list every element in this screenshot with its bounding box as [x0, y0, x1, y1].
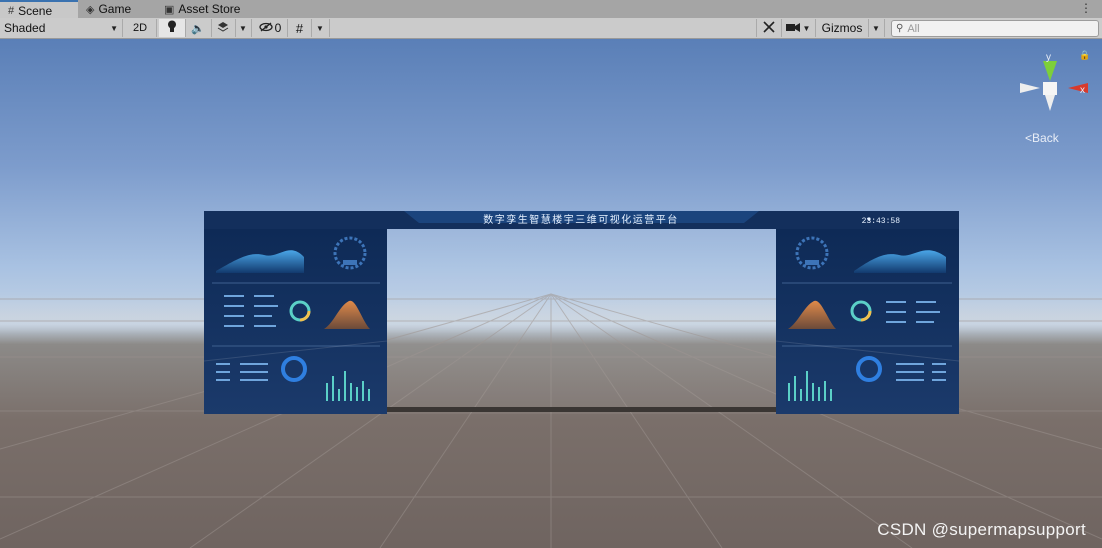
- scene-toolbar: Shaded ▼ 2D 🔈 ▼ 0 # ▼ ▼ Gizmos ▼ ⚲ All: [0, 18, 1102, 39]
- gizmos-button[interactable]: Gizmos: [816, 19, 869, 37]
- dashboard-screen-object[interactable]: 数字孪生智慧楼宇三维可视化运营平台 23:43:58: [204, 211, 959, 414]
- camera-settings-dropdown[interactable]: ▼: [781, 19, 816, 37]
- tab-scene-label: Scene: [18, 3, 53, 18]
- axis-x-label: x: [1080, 85, 1085, 96]
- scene-viewport[interactable]: y x 🔒 <Back 数字孪生智慧楼宇三维可视化运营平台 23:43:58 C…: [0, 39, 1102, 548]
- arrow-left-icon: <: [1025, 131, 1033, 145]
- axis-y-label: y: [1046, 52, 1051, 63]
- tab-asset-store[interactable]: ▣ Asset Store: [156, 0, 272, 18]
- dashboard-clock: 23:43:58: [862, 217, 901, 226]
- lock-icon[interactable]: 🔒: [1079, 50, 1090, 61]
- chevron-down-icon: ▼: [316, 23, 324, 33]
- effects-toggle-button[interactable]: [211, 19, 236, 37]
- watermark-text: CSDN @supermapsupport: [877, 520, 1086, 539]
- scene-search-input[interactable]: ⚲ All: [891, 20, 1099, 37]
- chevron-down-icon: ▼: [872, 23, 880, 33]
- grid-toggle-button[interactable]: #: [288, 19, 312, 37]
- grid-dropdown[interactable]: ▼: [311, 19, 330, 37]
- eye-slash-icon: [259, 21, 273, 35]
- chevron-down-icon: ▼: [110, 23, 118, 33]
- tab-asset-store-label: Asset Store: [178, 2, 241, 16]
- gizmos-dropdown[interactable]: ▼: [868, 19, 885, 37]
- back-label: Back: [1032, 131, 1059, 145]
- toggle-2d-label: 2D: [132, 22, 148, 34]
- lighting-toggle-button[interactable]: [159, 19, 186, 37]
- hidden-objects-toggle[interactable]: 0: [253, 19, 288, 37]
- more-options-icon[interactable]: ⋮: [1080, 1, 1092, 15]
- layers-icon: [217, 21, 229, 36]
- chevron-down-icon: ▼: [802, 23, 811, 33]
- tab-scene[interactable]: # Scene: [0, 0, 78, 19]
- chevron-down-icon: ▼: [239, 23, 247, 33]
- shading-mode-dropdown[interactable]: Shaded ▼: [0, 19, 123, 37]
- shading-mode-value: Shaded: [4, 21, 46, 35]
- wrench-cross-icon: [763, 20, 775, 36]
- shopping-bag-icon: ▣: [164, 3, 175, 16]
- editor-tab-bar: # Scene ◈ Game ▣ Asset Store ⋮: [0, 0, 1102, 19]
- toggle-2d-button[interactable]: 2D: [124, 19, 157, 37]
- lightbulb-icon: [167, 20, 177, 36]
- dashboard-title: 数字孪生智慧楼宇三维可视化运营平台: [483, 213, 679, 226]
- gizmos-label: Gizmos: [821, 21, 863, 35]
- tools-button[interactable]: [756, 19, 782, 37]
- speaker-icon: 🔈: [191, 22, 205, 35]
- audio-toggle-button[interactable]: 🔈: [185, 19, 212, 37]
- search-placeholder: All: [907, 22, 920, 35]
- effects-dropdown[interactable]: ▼: [235, 19, 252, 37]
- projection-back-label[interactable]: <Back: [1025, 131, 1059, 145]
- gamepad-icon: ◈: [86, 3, 95, 16]
- tab-game[interactable]: ◈ Game: [78, 0, 158, 18]
- hidden-count: 0: [274, 21, 282, 35]
- grid-icon: #: [295, 20, 304, 36]
- camera-icon: [785, 21, 800, 35]
- tab-game-label: Game: [98, 2, 132, 16]
- scene-grid-icon: #: [8, 4, 15, 17]
- search-icon: ⚲: [896, 23, 904, 34]
